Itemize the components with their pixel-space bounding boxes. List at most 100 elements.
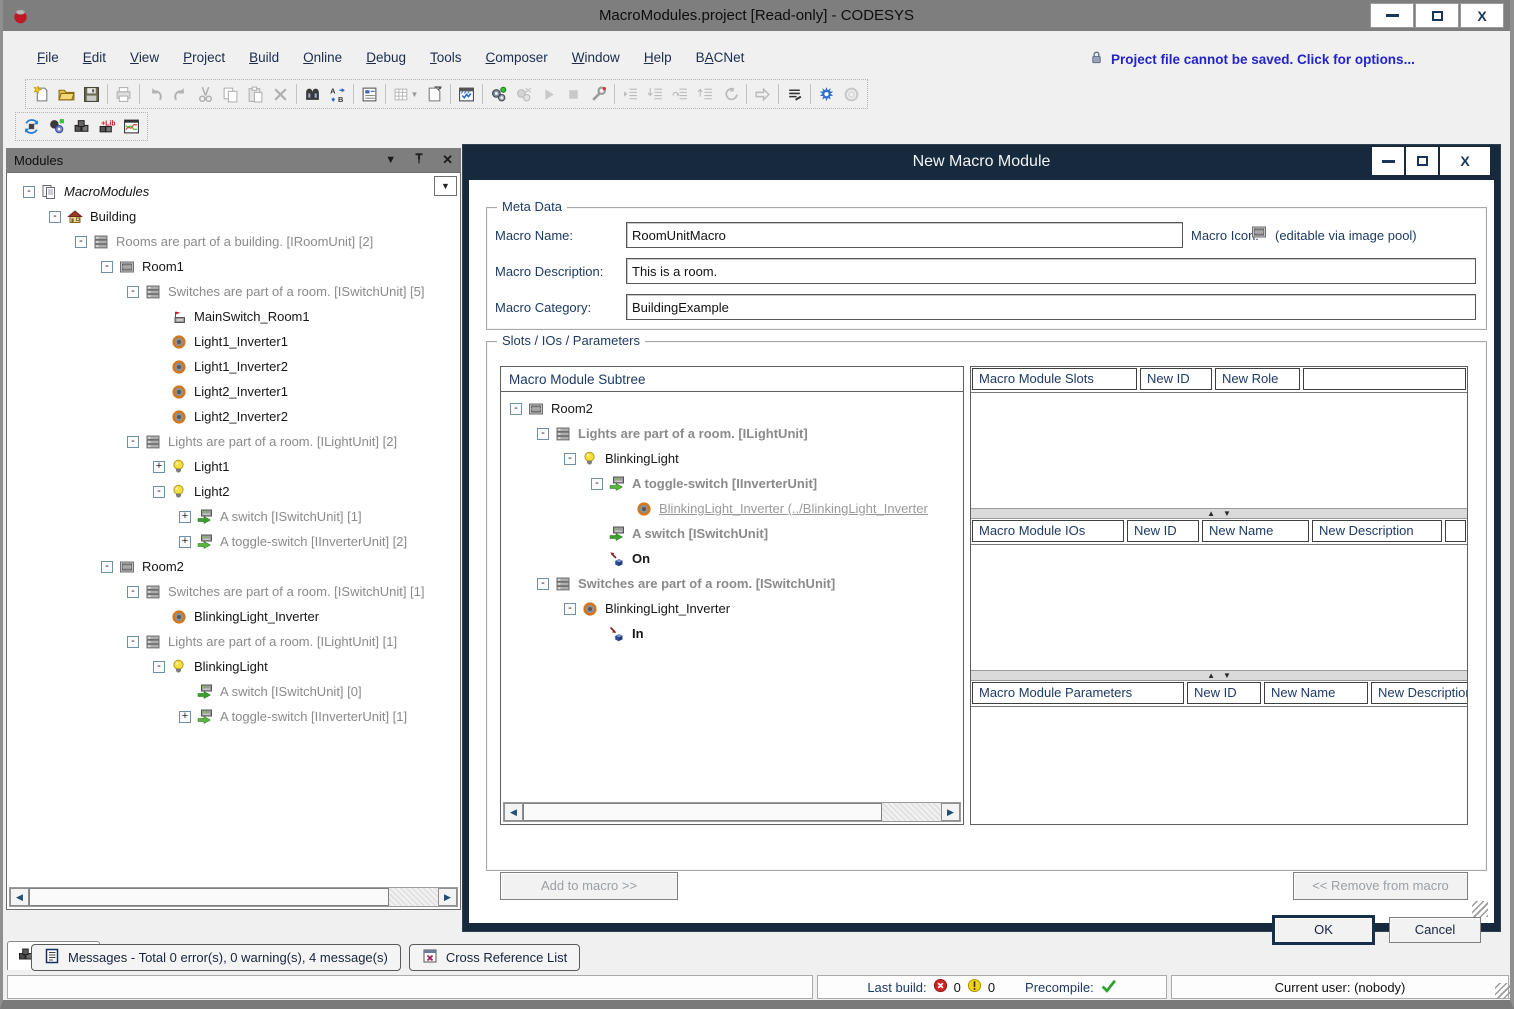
menu-view[interactable]: View	[120, 47, 169, 68]
column-header[interactable]: New ID	[1140, 368, 1212, 390]
tree-item[interactable]: -BlinkingLight_Inverter	[501, 596, 963, 621]
tree-item[interactable]: -Room1	[7, 254, 459, 279]
messages-tab[interactable]: Cross Reference List	[409, 944, 580, 971]
tree-item[interactable]: +A switch [ISwitchUnit] [1]	[7, 504, 459, 529]
new-file-button[interactable]	[29, 82, 54, 107]
column-header[interactable]: New Description	[1312, 520, 1442, 542]
macro-category-input[interactable]	[626, 294, 1476, 320]
messages-tab[interactable]: Messages - Total 0 error(s), 0 warning(s…	[31, 944, 401, 971]
tree-expander[interactable]: -	[537, 578, 549, 590]
column-header[interactable]: New ID	[1187, 682, 1261, 704]
comp-trace-button[interactable]	[119, 114, 144, 139]
splitter-up-icon[interactable]: ▲	[1207, 672, 1215, 680]
close-button[interactable]: X	[1460, 3, 1504, 28]
tree-item[interactable]: Light1_Inverter2	[7, 354, 459, 379]
tree-item[interactable]: Light2_Inverter1	[7, 379, 459, 404]
tree-expander[interactable]: +	[179, 511, 191, 523]
panel-close-icon[interactable]: ✕	[442, 152, 453, 168]
tree-expander[interactable]: -	[23, 186, 35, 198]
tree-item[interactable]: A switch [ISwitchUnit] [0]	[7, 679, 459, 704]
tree-expander[interactable]: +	[179, 536, 191, 548]
tree-item[interactable]: -Lights are part of a room. [ILightUnit]…	[7, 429, 459, 454]
tree-item[interactable]: -BlinkingLight	[501, 446, 963, 471]
tree-expander[interactable]: -	[510, 403, 522, 415]
tree-expander[interactable]: -	[153, 661, 165, 673]
maximize-button[interactable]	[1415, 3, 1459, 28]
tree-item[interactable]: On	[501, 546, 963, 571]
tree-item[interactable]: -Room2	[501, 396, 963, 421]
menu-edit[interactable]: Edit	[73, 47, 116, 68]
tree-item[interactable]: -Room2	[7, 554, 459, 579]
macro-description-input[interactable]	[626, 258, 1476, 284]
comp-addlib-button[interactable]: +Lib	[94, 114, 119, 139]
tree-expander[interactable]: -	[127, 636, 139, 648]
tree-item[interactable]: -Switches are part of a room. [ISwitchUn…	[7, 579, 459, 604]
tree-item[interactable]: Light2_Inverter2	[7, 404, 459, 429]
hscrollbar[interactable]: ◀▶	[503, 802, 961, 822]
window-resize-grip[interactable]	[1495, 983, 1511, 999]
tree-item[interactable]: In	[501, 621, 963, 646]
scroll-left-icon[interactable]: ◀	[10, 888, 29, 906]
column-header[interactable]: Macro Module Slots	[972, 368, 1137, 390]
tree-expander[interactable]: -	[127, 286, 139, 298]
tree-item[interactable]: -Switches are part of a room. [ISwitchUn…	[501, 571, 963, 596]
table-splitter[interactable]: ▲▼	[971, 508, 1467, 519]
dialog-minimize-button[interactable]	[1372, 147, 1404, 175]
menu-online[interactable]: Online	[293, 47, 352, 68]
cancel-button[interactable]: Cancel	[1389, 917, 1481, 943]
tree-expander[interactable]: -	[75, 236, 87, 248]
column-header[interactable]: New ID	[1127, 520, 1199, 542]
add-to-macro-button[interactable]: Add to macro >>	[500, 872, 678, 900]
comp-cubes-button[interactable]	[69, 114, 94, 139]
tree-item[interactable]: +A toggle-switch [IInverterUnit] [1]	[7, 704, 459, 729]
replace-button[interactable]: AB	[325, 82, 350, 107]
scroll-track[interactable]	[882, 803, 941, 821]
scroll-right-icon[interactable]: ▶	[941, 803, 960, 821]
save-button[interactable]	[79, 82, 104, 107]
tree-expander[interactable]: -	[101, 561, 113, 573]
menu-tools[interactable]: Tools	[420, 47, 472, 68]
scroll-thumb[interactable]	[523, 803, 882, 821]
wrench-button[interactable]	[586, 82, 611, 107]
macro-icon-preview[interactable]	[1251, 224, 1267, 243]
scroll-right-icon[interactable]: ▶	[438, 888, 457, 906]
dialog-resize-grip[interactable]	[1472, 901, 1488, 917]
splitter-down-icon[interactable]: ▼	[1223, 672, 1231, 680]
scroll-left-icon[interactable]: ◀	[504, 803, 523, 821]
tree-item[interactable]: BlinkingLight_Inverter (../BlinkingLight…	[501, 496, 963, 521]
tree-expander[interactable]: +	[153, 461, 165, 473]
menu-composer[interactable]: Composer	[476, 47, 558, 68]
tree-expander[interactable]: -	[49, 211, 61, 223]
tree-item[interactable]: -BlinkingLight	[7, 654, 459, 679]
column-header[interactable]: New Role	[1215, 368, 1300, 390]
splitter-down-icon[interactable]: ▼	[1223, 510, 1231, 518]
column-header[interactable]: New Description	[1371, 682, 1467, 704]
comp-refresh-button[interactable]	[19, 114, 44, 139]
dialog-maximize-button[interactable]	[1406, 147, 1438, 175]
column-header[interactable]: New Name	[1202, 520, 1309, 542]
table-body[interactable]	[971, 708, 1467, 825]
tree-item[interactable]: A switch [ISwitchUnit]	[501, 521, 963, 546]
column-header[interactable]: Macro Module IOs	[972, 520, 1124, 542]
tree-item[interactable]: -Lights are part of a room. [ILightUnit]…	[7, 629, 459, 654]
menu-project[interactable]: Project	[173, 47, 235, 68]
scroll-track[interactable]	[389, 888, 438, 906]
tree-item[interactable]: -MacroModules	[7, 179, 459, 204]
menu-build[interactable]: Build	[239, 47, 289, 68]
comp-gear-button[interactable]	[44, 114, 69, 139]
tree-expander[interactable]: -	[591, 478, 603, 490]
menu-file[interactable]: File	[27, 47, 69, 68]
dialog-close-button[interactable]: X	[1440, 147, 1490, 175]
tree-item[interactable]: -Building	[7, 204, 459, 229]
tree-expander[interactable]: -	[127, 436, 139, 448]
open-folder-button[interactable]	[54, 82, 79, 107]
macro-name-input[interactable]	[626, 222, 1183, 248]
pin-icon[interactable]	[412, 152, 426, 169]
column-header[interactable]: New Name	[1264, 682, 1368, 704]
scroll-thumb[interactable]	[29, 888, 389, 906]
tree-expander[interactable]: -	[153, 486, 165, 498]
tree-item[interactable]: +A toggle-switch [IInverterUnit] [2]	[7, 529, 459, 554]
tree-expander[interactable]: -	[564, 453, 576, 465]
tree-expander[interactable]: -	[537, 428, 549, 440]
tree-expander[interactable]: -	[101, 261, 113, 273]
